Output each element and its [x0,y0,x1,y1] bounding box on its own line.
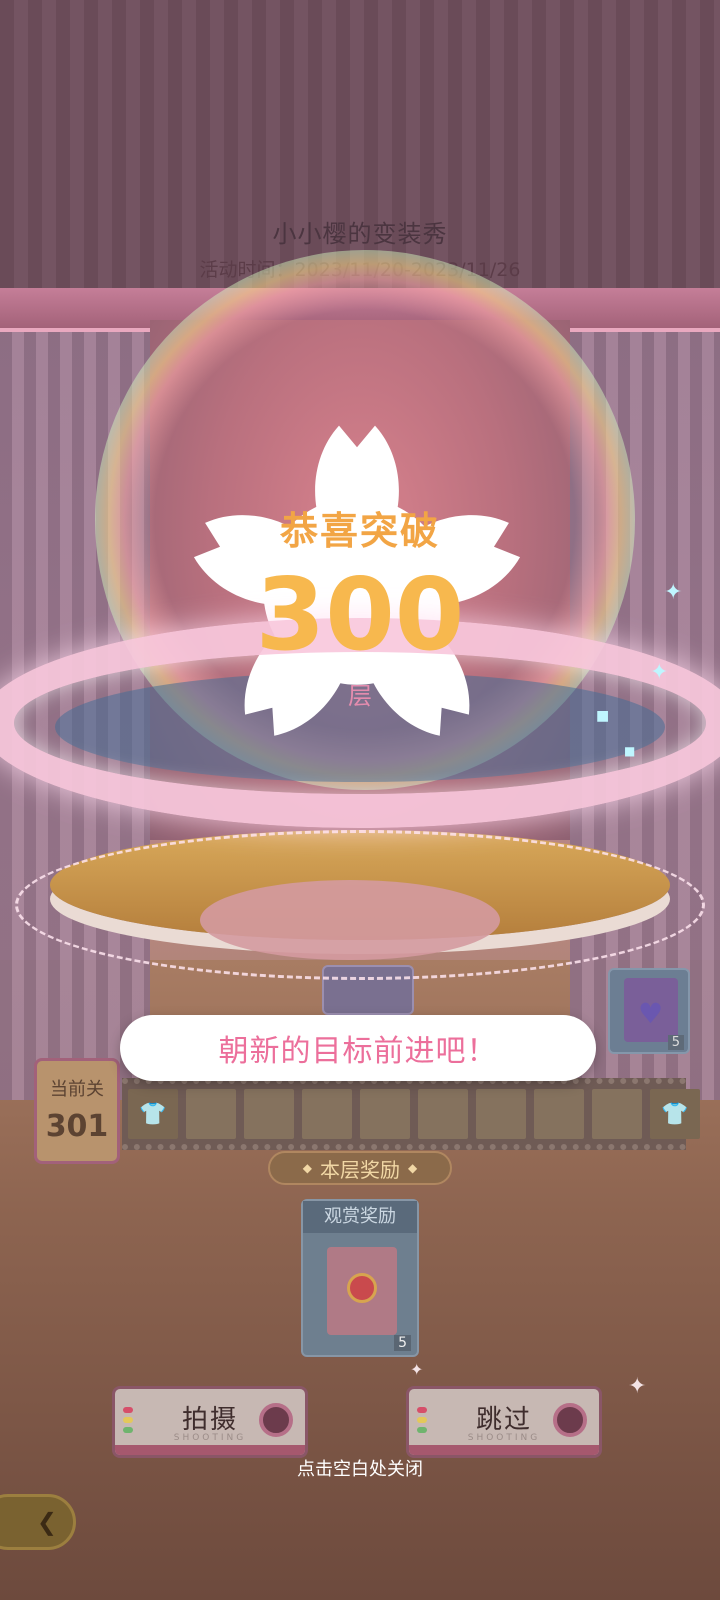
film-frame [302,1089,352,1139]
reward-count: 5 [667,1035,684,1050]
sparkle-icon: ■ [624,744,636,758]
event-title: 小小樱的变装秀 [272,220,448,248]
film-frame [360,1089,410,1139]
film-frame [244,1089,294,1139]
camera-lens-icon [259,1403,293,1437]
diamond-icon: ◆ [302,1161,312,1175]
current-level-panel: 当前关 301 [34,1058,120,1164]
shirt-icon: 👕 [128,1089,178,1139]
film-frame [534,1089,584,1139]
sparkle-icon: ✦ [628,1374,647,1399]
back-arrow-icon: ❮ [36,1508,57,1536]
viewing-reward-label: 观赏奖励 [303,1201,417,1233]
film-frame [592,1089,642,1139]
floor-unit: 层 [348,682,372,710]
message-banner: 朝新的目标前进吧！ [120,1015,596,1081]
current-level-label: 当前关 [50,1079,104,1100]
film-frame [186,1089,236,1139]
viewing-reward-card[interactable]: 观赏奖励 5 [301,1199,419,1357]
shoot-button[interactable]: 拍摄 SHOOTING [112,1386,308,1458]
medal-icon [347,1273,377,1303]
camera-lens-icon [553,1403,587,1437]
back-button[interactable]: ❮ [0,1494,76,1550]
sparkle-icon: ✦ [410,1360,424,1379]
floor-reward-label: 本层奖励 [320,1157,400,1182]
tap-to-close-hint: 点击空白处关闭 [297,1459,423,1480]
button-bottom-bar [115,1445,305,1455]
dashed-orbit [15,830,705,980]
floor-reward-title: ◆ 本层奖励 ◆ [268,1151,452,1185]
game-scene[interactable]: 小小樱的变装秀 活动时间：2023/11/20-2023/11/26 ♥ 5 当… [0,0,720,1600]
shirt-icon: 👕 [650,1089,700,1139]
congrats-text: 恭喜突破 [279,509,440,553]
floor-number: 300 [255,556,465,673]
skip-button[interactable]: 跳过 SHOOTING [406,1386,602,1458]
film-frame [476,1089,526,1139]
diamond-icon: ◆ [408,1161,418,1175]
milestone-reward-card[interactable]: ♥ 5 [608,968,690,1054]
film-frame [418,1089,468,1139]
sparkle-icon: ■ [596,708,610,724]
sparkle-icon: ✦ [650,660,669,685]
button-bottom-bar [409,1445,599,1455]
level-film-strip: 👕 👕 [122,1078,700,1150]
reward-count: 5 [394,1335,411,1351]
sparkle-icon: ✦ [664,580,683,605]
heart-icon: ♥ [638,997,664,1030]
current-level-number: 301 [45,1109,109,1144]
